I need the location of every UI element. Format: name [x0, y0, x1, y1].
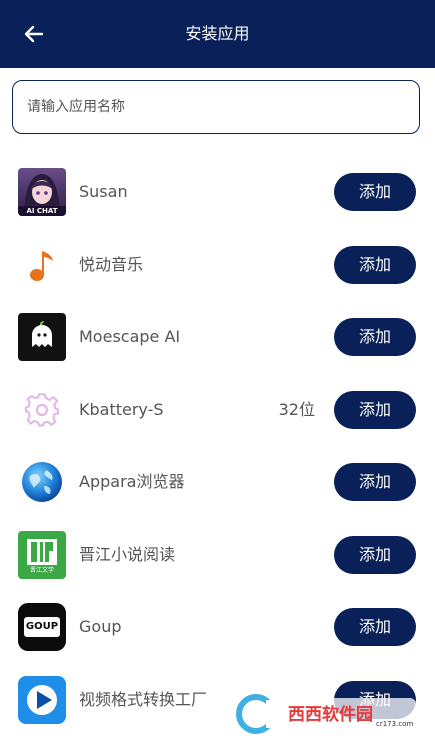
gear-icon — [18, 385, 66, 434]
search-field[interactable] — [12, 80, 420, 134]
app-name: Goup — [79, 617, 122, 636]
jinjiang-icon-label: 晋江文学 — [29, 566, 54, 574]
list-item-moescape-ai: Moescape AI 添加 — [0, 301, 435, 374]
add-button[interactable]: 添加 — [334, 173, 416, 211]
app-name: Moescape AI — [79, 327, 181, 346]
list-item-jinjiang-reader: 晋江文学 晋江小说阅读 添加 — [0, 519, 435, 592]
globe-icon — [18, 458, 66, 506]
add-button[interactable]: 添加 — [334, 245, 416, 284]
app-name: Appara浏览器 — [79, 472, 185, 491]
goup-logo-icon: GOUP — [18, 603, 66, 651]
app-name: Kbattery-S — [79, 399, 164, 419]
list-item-kbattery-s: Kbattery-S 32位 添加 — [0, 374, 435, 447]
ghost-icon — [18, 313, 66, 361]
app-name: 晋江小说阅读 — [79, 544, 176, 564]
add-button[interactable]: 添加 — [334, 318, 416, 356]
list-item-goup: GOUP Goup 添加 — [0, 591, 435, 664]
page-title: 安装应用 — [185, 24, 250, 43]
app-list: AI CHAT Susan 添加 悦动音乐 添加 Moescape AI 添加 … — [0, 156, 435, 736]
watermark-url: cr173.com — [376, 720, 414, 728]
add-button[interactable]: 添加 — [334, 535, 416, 574]
susan-icon-label: AI CHAT — [26, 207, 58, 215]
search-input[interactable] — [25, 98, 407, 116]
add-button[interactable]: 添加 — [334, 608, 416, 646]
site-watermark: 西西软件园 cr173.com — [236, 690, 421, 736]
list-item-susan: AI CHAT Susan 添加 — [0, 156, 435, 229]
goup-icon-label: GOUP — [25, 621, 59, 632]
arch-label: 32位 — [278, 399, 315, 419]
app-bar: 安装应用 — [0, 0, 435, 68]
book-icon: 晋江文学 — [18, 530, 66, 579]
add-button[interactable]: 添加 — [334, 390, 416, 429]
list-item-yuedong-music: 悦动音乐 添加 — [0, 229, 435, 302]
list-item-appara-browser: Appara浏览器 添加 — [0, 446, 435, 519]
watermark-brand: 西西软件园 — [288, 705, 373, 725]
susan-app-icon: AI CHAT — [18, 168, 66, 216]
music-note-icon — [18, 240, 66, 289]
app-name: 视频格式转换工厂 — [79, 689, 208, 709]
app-name: 悦动音乐 — [79, 254, 144, 274]
app-name: Susan — [79, 182, 128, 201]
play-icon — [18, 675, 66, 724]
add-button[interactable]: 添加 — [334, 463, 416, 501]
